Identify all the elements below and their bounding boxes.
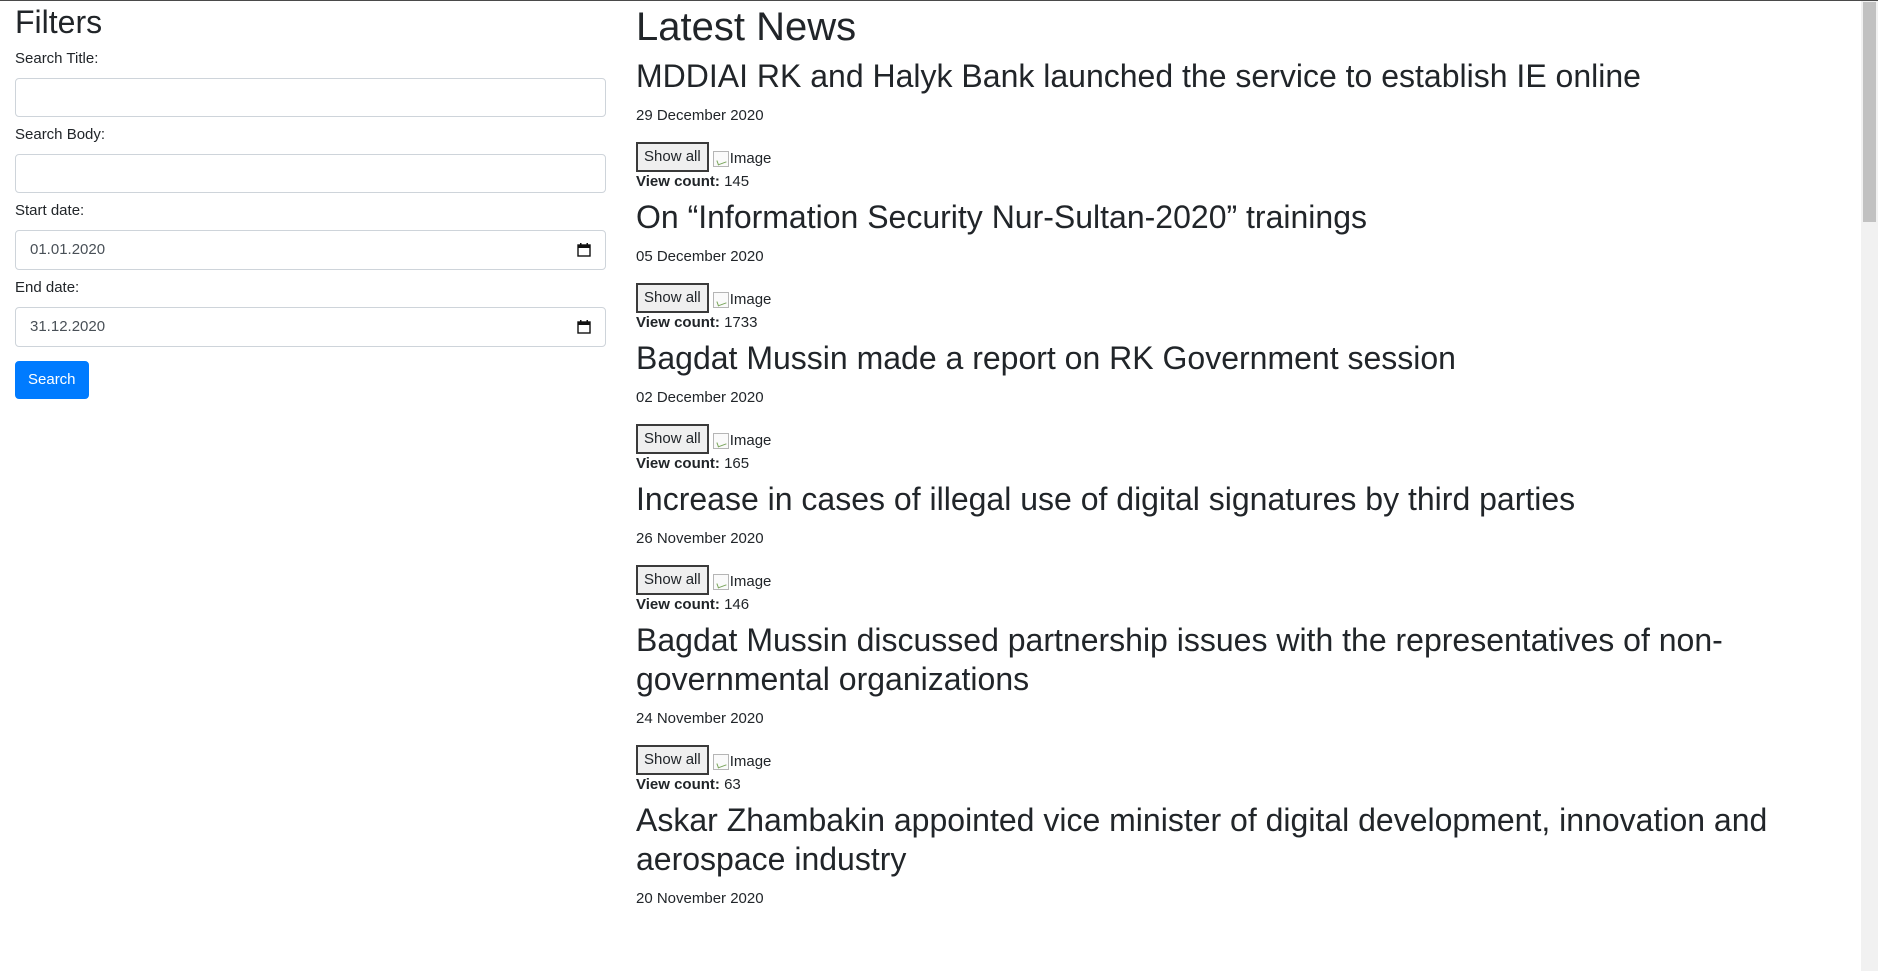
article-image: Image [712, 291, 772, 309]
image-alt-text: Image [729, 432, 772, 449]
show-all-button[interactable]: Show all [636, 424, 709, 454]
news-section: Latest News MDDIAI RK and Halyk Bank lau… [636, 3, 1836, 909]
article-title: Askar Zhambakin appointed vice minister … [636, 802, 1768, 877]
view-count-label: View count: [636, 596, 720, 613]
article-image: Image [712, 432, 772, 450]
page-scrollbar[interactable] [1861, 1, 1878, 971]
view-count-value: 165 [724, 455, 750, 472]
image-alt-text: Image [729, 573, 772, 590]
show-all-button[interactable]: Show all [636, 283, 709, 313]
article-date: 05 December 2020 [636, 248, 764, 265]
view-count-label: View count: [636, 173, 720, 190]
article-title: MDDIAI RK and Halyk Bank launched the se… [636, 58, 1641, 94]
article-date: 02 December 2020 [636, 389, 764, 406]
article-title: On “Information Security Nur-Sultan-2020… [636, 199, 1367, 235]
article-title: Bagdat Mussin discussed partnership issu… [636, 622, 1723, 697]
view-count-value: 1733 [724, 314, 758, 331]
view-count: View count: 1733 [636, 313, 1836, 333]
view-count-label: View count: [636, 314, 720, 331]
view-count: View count: 145 [636, 172, 1836, 192]
start-date-label: Start date: [15, 202, 85, 219]
show-all-button[interactable]: Show all [636, 142, 709, 172]
news-article: Bagdat Mussin discussed partnership issu… [636, 621, 1836, 795]
article-date: 29 December 2020 [636, 107, 764, 124]
view-count: View count: 146 [636, 595, 1836, 615]
article-image: Image [712, 150, 772, 168]
search-title-label: Search Title: [15, 50, 99, 67]
filters-title: Filters [15, 4, 103, 40]
article-date: 20 November 2020 [636, 890, 764, 907]
calendar-icon[interactable] [577, 320, 591, 334]
calendar-icon[interactable] [577, 243, 591, 257]
show-all-button[interactable]: Show all [636, 565, 709, 595]
start-date-value: 01.01.2020 [30, 241, 106, 258]
news-article: On “Information Security Nur-Sultan-2020… [636, 198, 1836, 333]
search-body-input[interactable] [15, 154, 606, 193]
news-article: Askar Zhambakin appointed vice minister … [636, 801, 1836, 909]
view-count-value: 146 [724, 596, 750, 613]
image-alt-text: Image [729, 291, 772, 308]
news-heading: Latest News [636, 5, 857, 49]
news-article: MDDIAI RK and Halyk Bank launched the se… [636, 57, 1836, 192]
search-title-input[interactable] [15, 78, 606, 117]
image-alt-text: Image [729, 150, 772, 167]
broken-image-icon [712, 292, 729, 308]
broken-image-icon [712, 754, 729, 770]
show-all-button[interactable]: Show all [636, 745, 709, 775]
scrollbar-thumb[interactable] [1863, 2, 1876, 222]
end-date-input[interactable]: 31.12.2020 [15, 307, 606, 347]
search-body-label: Search Body: [15, 126, 106, 143]
view-count-value: 145 [724, 173, 750, 190]
broken-image-icon [712, 151, 729, 167]
article-image: Image [712, 753, 772, 771]
image-alt-text: Image [729, 753, 772, 770]
broken-image-icon [712, 574, 729, 590]
search-button[interactable]: Search [15, 361, 89, 399]
article-actions: Show all Image [636, 565, 1836, 595]
start-date-input[interactable]: 01.01.2020 [15, 230, 606, 270]
end-date-value: 31.12.2020 [30, 318, 106, 335]
view-count: View count: 165 [636, 454, 1836, 474]
view-count-value: 63 [724, 776, 741, 793]
view-count-label: View count: [636, 776, 720, 793]
view-count: View count: 63 [636, 775, 1836, 795]
article-actions: Show all Image [636, 283, 1836, 313]
article-date: 24 November 2020 [636, 710, 764, 727]
article-actions: Show all Image [636, 424, 1836, 454]
news-article: Bagdat Mussin made a report on RK Govern… [636, 339, 1836, 474]
news-article: Increase in cases of illegal use of digi… [636, 480, 1836, 615]
article-title: Bagdat Mussin made a report on RK Govern… [636, 340, 1456, 376]
article-title: Increase in cases of illegal use of digi… [636, 481, 1576, 517]
article-actions: Show all Image [636, 142, 1836, 172]
filters-panel: Filters Search Title: Search Body: Start… [15, 3, 606, 399]
broken-image-icon [712, 433, 729, 449]
view-count-label: View count: [636, 455, 720, 472]
article-date: 26 November 2020 [636, 530, 764, 547]
article-actions: Show all Image [636, 745, 1836, 775]
page-viewport: Filters Search Title: Search Body: Start… [0, 0, 1878, 971]
article-image: Image [712, 573, 772, 591]
end-date-label: End date: [15, 279, 80, 296]
